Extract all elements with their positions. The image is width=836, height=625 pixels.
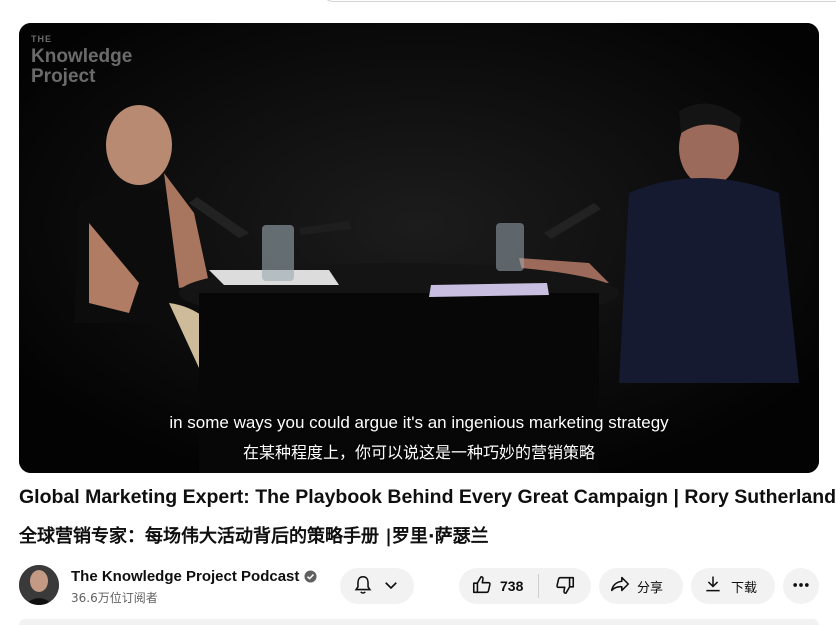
more-horiz-icon (791, 575, 811, 598)
notification-bell-button[interactable] (340, 568, 414, 604)
thumbs-up-icon (471, 574, 493, 599)
subscriber-count: 36.6万位订阅者 (71, 591, 158, 605)
caption-chinese: 在某种程度上，你可以说这是一种巧妙的营销策略 (242, 443, 595, 462)
channel-watermark: THE Knowledge Project (31, 34, 133, 87)
avatar-image (19, 565, 59, 605)
more-actions-button[interactable] (783, 568, 819, 604)
share-label: 分享 (637, 580, 664, 596)
bell-icon (352, 574, 374, 599)
download-label: 下载 (731, 580, 758, 596)
dislike-button[interactable] (539, 568, 591, 604)
video-title-chinese: 全球营销专家：每场伟大活动背后的策略手册 |罗里·萨瑟兰 (19, 526, 489, 547)
thumbs-down-icon (554, 574, 576, 599)
video-player[interactable]: THE Knowledge Project in some ways you c… (19, 23, 819, 473)
download-icon (703, 574, 723, 598)
share-button[interactable]: 分享 (599, 568, 683, 604)
caption-english: in some ways you could argue it's an ing… (169, 413, 669, 432)
search-bar-edge (320, 0, 836, 2)
video-title-english: Global Marketing Expert: The Playbook Be… (19, 486, 836, 508)
verified-check-icon (304, 570, 317, 583)
channel-name: The Knowledge Project Podcast (71, 568, 300, 585)
chevron-down-icon (382, 576, 400, 597)
share-arrow-icon (609, 573, 631, 599)
video-frame (19, 23, 819, 473)
description-box-edge (19, 619, 819, 625)
channel-name-link[interactable]: The Knowledge Project Podcast (71, 568, 317, 585)
like-count: 738 (500, 578, 524, 594)
like-button[interactable]: 738 (459, 568, 538, 604)
like-dislike-group: 738 (459, 568, 591, 604)
download-button[interactable]: 下载 (691, 568, 775, 604)
channel-avatar[interactable] (19, 565, 59, 605)
